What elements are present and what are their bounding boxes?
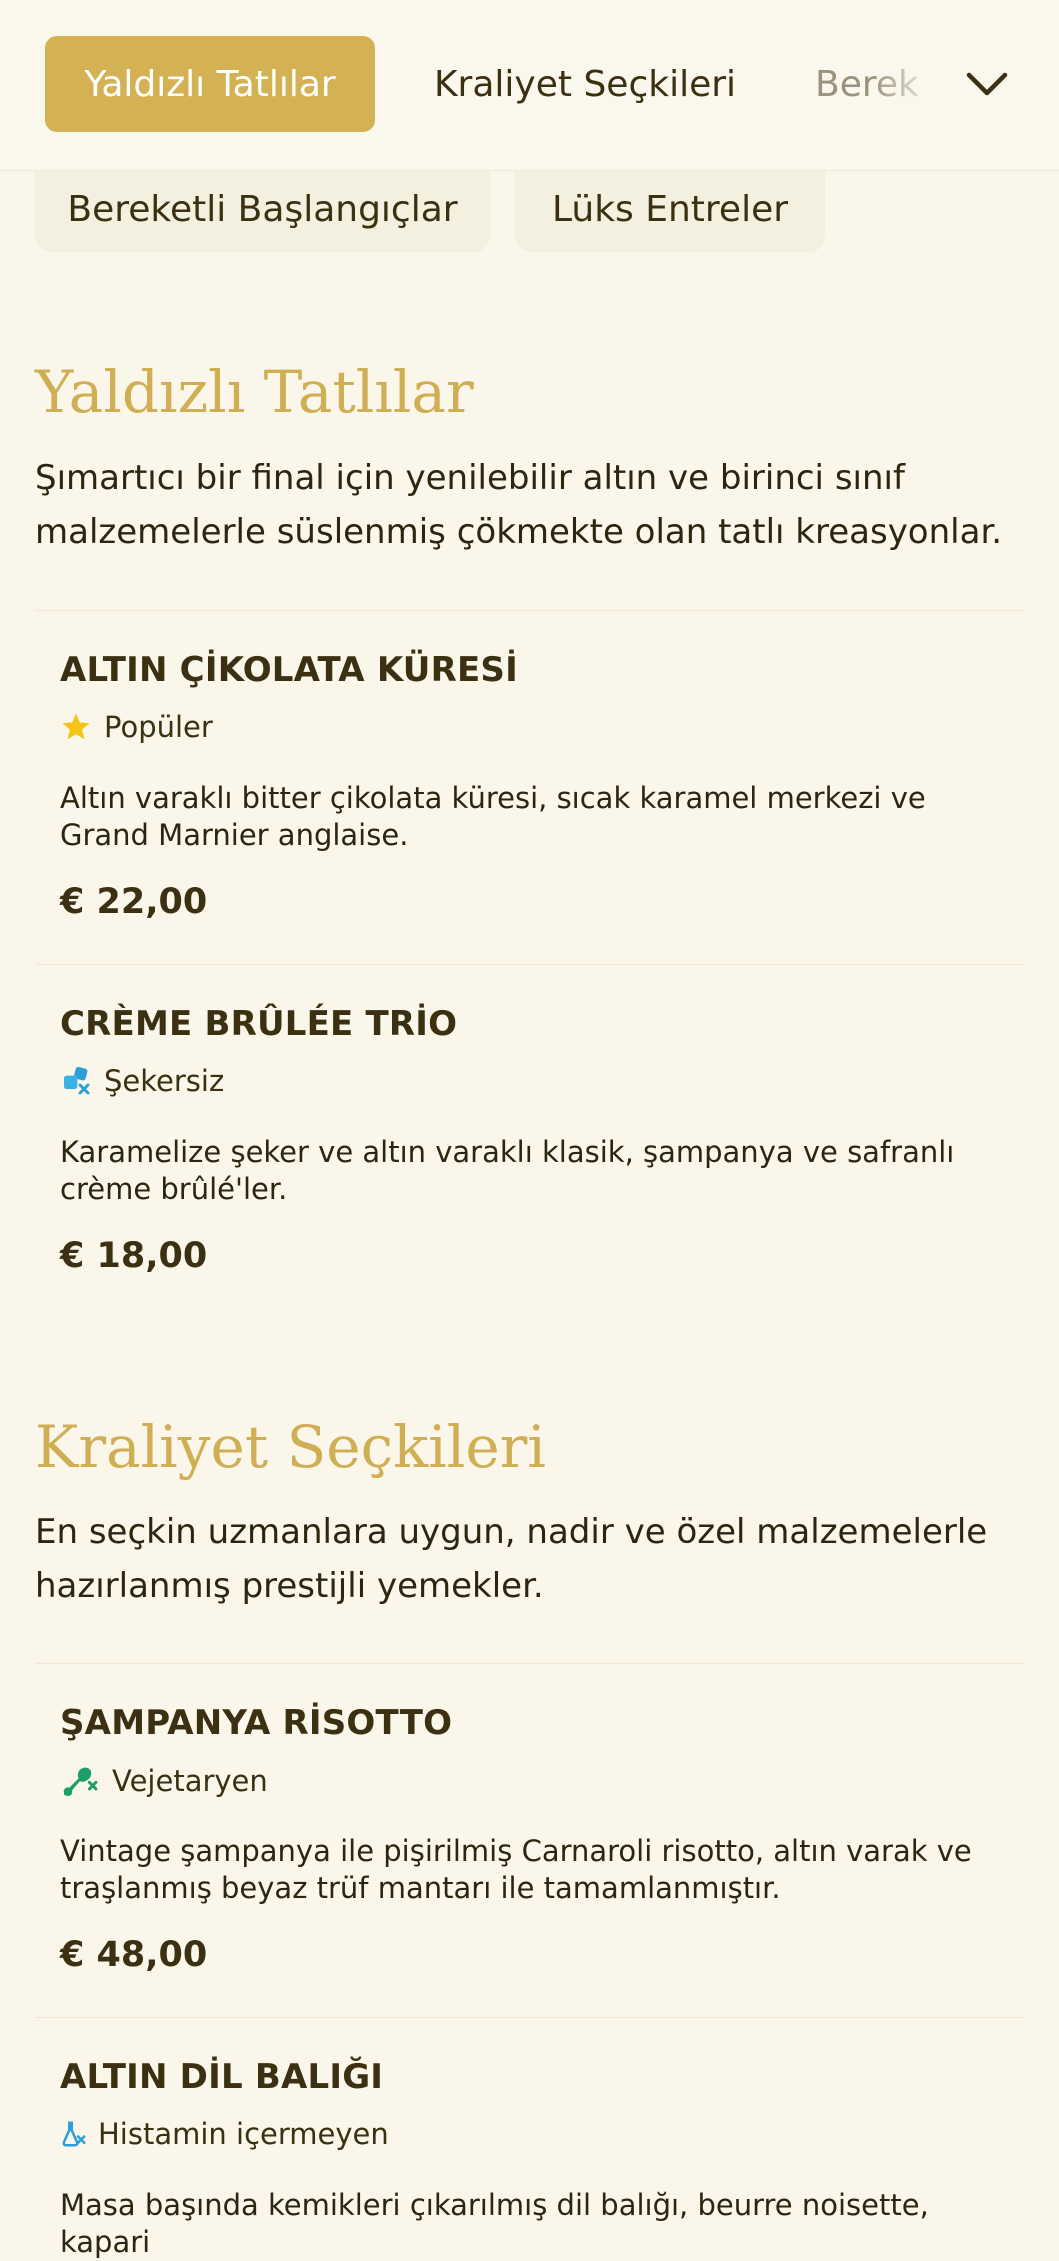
item-price: € 48,00 (60, 1935, 208, 1975)
item-tag-label: Şekersiz (104, 1064, 225, 1098)
menu-item[interactable]: ALTIN DİL BALIĞI Histamin içermeyen Masa… (60, 2057, 1020, 2259)
tab-yaldizli-tatlilar[interactable]: Yaldızlı Tatlılar (45, 36, 375, 132)
section-description: En seçkin uzmanlara uygun, nadir ve özel… (35, 1512, 988, 1606)
item-tag: Şekersiz (60, 1064, 224, 1098)
chevron-down-icon[interactable] (962, 60, 1012, 110)
menu-item[interactable]: CRÈME BRÛLÉE TRİO Şekersiz Karamelize şe… (60, 1004, 1020, 1276)
section-title-yaldizli-tatlilar: Yaldızlı Tatlılar (35, 358, 474, 426)
star-icon (60, 711, 92, 743)
item-description: Altın varaklı bitter çikolata küresi, sı… (60, 781, 926, 852)
item-description: Masa başında kemikleri çıkarılmış dil ba… (60, 2188, 929, 2259)
item-price: € 22,00 (60, 882, 208, 922)
section-title-kraliyet-seckileri: Kraliyet Seçkileri (35, 1413, 546, 1481)
section-description: Şımartıcı bir final için yenilebilir alt… (35, 458, 1003, 552)
item-price: € 18,00 (60, 1236, 208, 1276)
divider (35, 1663, 1025, 1664)
subtab-luks-entreler[interactable]: Lüks Entreler (515, 166, 825, 252)
category-tab-bar: Yaldızlı Tatlılar Kraliyet Seçkileri Ber… (0, 0, 1059, 171)
item-tag-label: Histamin içermeyen (98, 2117, 389, 2151)
item-tag: Popüler (60, 710, 213, 744)
item-name: CRÈME BRÛLÉE TRİO (60, 1004, 458, 1044)
no-meat-icon (60, 1763, 100, 1799)
item-name: ALTIN ÇİKOLATA KÜRESİ (60, 650, 518, 690)
histamine-free-icon (60, 2119, 86, 2149)
divider (35, 2017, 1025, 2018)
divider (35, 964, 1025, 965)
menu-item[interactable]: ALTIN ÇİKOLATA KÜRESİ Popüler Altın vara… (60, 650, 1020, 922)
divider (35, 610, 1025, 611)
tab-kraliyet-seckileri[interactable]: Kraliyet Seçkileri (420, 36, 750, 132)
item-name: ŞAMPANYA RİSOTTO (60, 1703, 453, 1743)
subtab-bereketli-baslangiclar[interactable]: Bereketli Başlangıçlar (35, 166, 490, 252)
item-tag: Vejetaryen (60, 1763, 268, 1799)
item-tag: Histamin içermeyen (60, 2117, 389, 2151)
item-tag-label: Popüler (104, 710, 213, 744)
item-description: Karamelize şeker ve altın varaklı klasik… (60, 1135, 955, 1206)
subcategory-tabs: Bereketli Başlangıçlar Lüks Entreler (35, 166, 1035, 252)
item-tag-label: Vejetaryen (112, 1764, 268, 1798)
item-description: Vintage şampanya ile pişirilmiş Carnarol… (60, 1834, 972, 1905)
item-name: ALTIN DİL BALIĞI (60, 2057, 384, 2097)
menu-item[interactable]: ŞAMPANYA RİSOTTO Vejetaryen Vintage şamp… (60, 1703, 1020, 1975)
sugar-free-icon (60, 1065, 92, 1097)
